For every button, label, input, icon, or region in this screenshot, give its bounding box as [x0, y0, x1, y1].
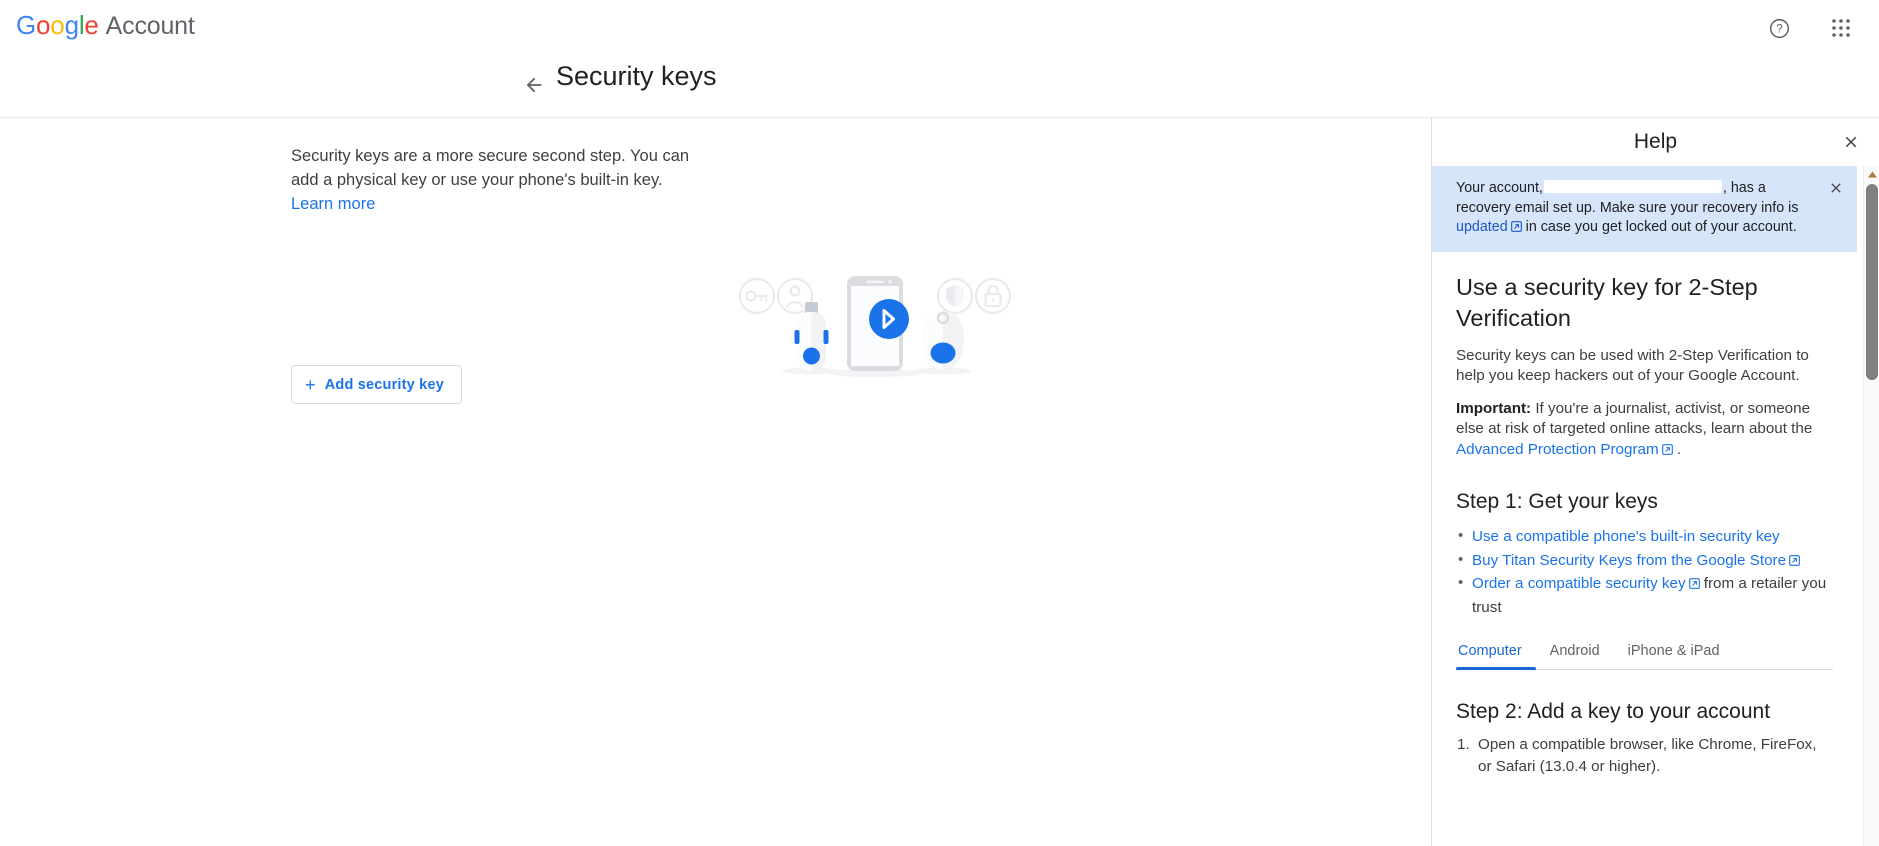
- step1-link-0[interactable]: Use a compatible phone's built-in securi…: [1472, 528, 1780, 545]
- step-2-title: Step 2: Add a key to your account: [1456, 700, 1771, 723]
- help-panel-scrollbar[interactable]: [1863, 166, 1879, 846]
- logo-letter-G: G: [16, 10, 37, 40]
- key-circle-icon: [738, 277, 776, 315]
- apps-grid-icon: [1832, 19, 1850, 37]
- step1-link-2[interactable]: Order a compatible security key: [1472, 575, 1686, 592]
- learn-more-link[interactable]: Learn more: [291, 192, 375, 216]
- list-item: 1. Open a compatible browser, like Chrome…: [1457, 734, 1833, 778]
- banner-updated-link[interactable]: updated: [1456, 219, 1508, 235]
- external-link-icon: [1510, 221, 1522, 232]
- add-security-key-button[interactable]: + Add security key: [291, 365, 462, 404]
- list-item: Order a compatible security key from a r…: [1456, 571, 1833, 619]
- help-circle-icon: ?: [1769, 18, 1789, 38]
- logo-letter-g: g: [64, 10, 79, 40]
- shield-circle-icon: [936, 277, 974, 315]
- tab-iphone-ipad[interactable]: iPhone & iPad: [1614, 643, 1734, 669]
- phone-with-bluetooth: [847, 276, 909, 371]
- recovery-email-banner: Your account,, has a recovery email set …: [1432, 166, 1857, 252]
- close-icon: [1845, 136, 1857, 148]
- scroll-thumb[interactable]: [1866, 184, 1878, 380]
- tab-android[interactable]: Android: [1536, 643, 1614, 669]
- help-panel-header: Help: [1432, 118, 1879, 166]
- arrow-left-icon: [526, 77, 542, 93]
- platform-tabs: Computer Android iPhone & iPad: [1456, 643, 1833, 670]
- page-header: Security keys: [0, 56, 1879, 118]
- illustration-svg: [738, 276, 1012, 377]
- page-title: Security keys: [556, 61, 717, 91]
- close-icon: [1831, 183, 1841, 193]
- advanced-protection-program-link[interactable]: Advanced Protection Program: [1456, 441, 1659, 458]
- help-panel-title: Help: [1633, 130, 1678, 153]
- banner-close-button[interactable]: [1824, 176, 1848, 200]
- step-1-title: Step 1: Get your keys: [1456, 490, 1658, 513]
- tab-computer[interactable]: Computer: [1456, 643, 1536, 670]
- help-button[interactable]: ?: [1759, 8, 1799, 48]
- help-intro-paragraph: Security keys can be used with 2-Step Ve…: [1456, 346, 1809, 385]
- bluetooth-badge-icon: [869, 299, 909, 339]
- scroll-up-arrow-icon[interactable]: [1864, 166, 1879, 182]
- security-keys-illustration: [730, 268, 1020, 393]
- plus-icon: +: [305, 374, 316, 395]
- google-account-logo[interactable]: Google Account: [16, 10, 195, 41]
- important-end: .: [1672, 440, 1682, 458]
- logo-letter-o2: o: [50, 10, 65, 40]
- help-important-paragraph: Important: If you're a journalist, activ…: [1456, 399, 1833, 461]
- important-label: Important:: [1456, 399, 1532, 417]
- main-content: Security keys are a more secure second s…: [0, 118, 1431, 846]
- logo-account-word: Account: [105, 12, 195, 40]
- add-security-key-label: Add security key: [324, 376, 444, 393]
- logo-letter-e: e: [84, 10, 99, 40]
- svg-text:?: ?: [1776, 23, 1782, 35]
- logo-letter-o1: o: [36, 10, 51, 40]
- top-bar: Google Account ?: [0, 0, 1879, 56]
- redacted-email-value: [1543, 180, 1722, 193]
- external-link-icon: [1789, 554, 1800, 566]
- step-1-list: Use a compatible phone's built-in securi…: [1456, 524, 1833, 619]
- top-bar-actions: ?: [1759, 8, 1861, 48]
- google-apps-button[interactable]: [1821, 8, 1861, 48]
- help-panel: Help Your account,, has a recovery email…: [1431, 118, 1879, 846]
- external-link-icon: [1661, 443, 1673, 455]
- help-article-title: Use a security key for 2-Step Verificati…: [1456, 273, 1758, 331]
- list-item: Buy Titan Security Keys from the Google …: [1456, 548, 1833, 573]
- banner-text-before: Your account,: [1456, 180, 1543, 196]
- list-item: Use a compatible phone's built-in securi…: [1456, 524, 1833, 549]
- key-fob: [922, 311, 964, 370]
- step-2-list: 1. Open a compatible browser, like Chrome…: [1456, 734, 1833, 778]
- back-button[interactable]: [518, 69, 550, 101]
- help-article: Use a security key for 2-Step Verificati…: [1432, 272, 1857, 779]
- security-keys-description: Security keys are a more secure second s…: [291, 144, 691, 216]
- step1-link-1[interactable]: Buy Titan Security Keys from the Google …: [1472, 552, 1786, 569]
- step2-text-0: Open a compatible browser, like Chrome, …: [1478, 736, 1817, 775]
- external-link-icon: [1688, 578, 1700, 589]
- banner-text-end: in case you get locked out of your accou…: [1521, 219, 1797, 235]
- step2-number-0: 1.: [1457, 736, 1470, 753]
- help-panel-body: Your account,, has a recovery email set …: [1432, 166, 1879, 846]
- description-text: Security keys are a more secure second s…: [291, 147, 690, 189]
- lock-circle-icon: [974, 277, 1012, 315]
- help-panel-close-button[interactable]: [1835, 126, 1867, 158]
